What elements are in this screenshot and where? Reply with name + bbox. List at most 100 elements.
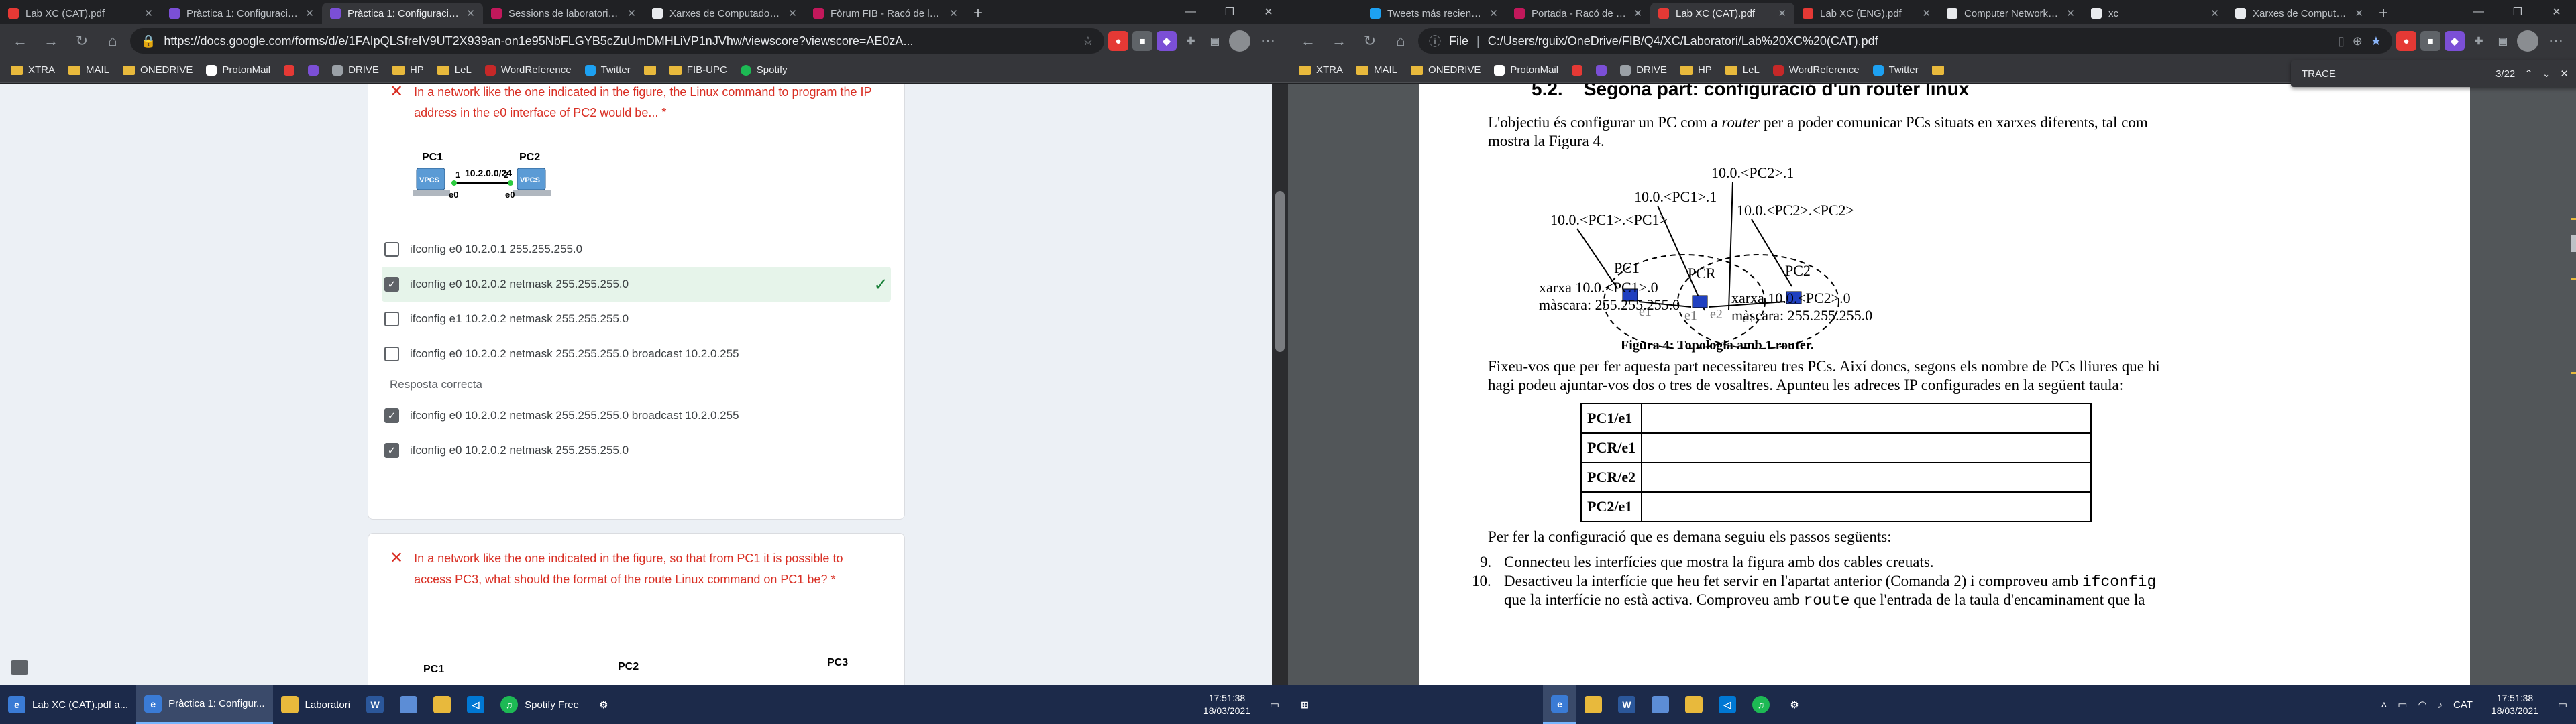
- option-row[interactable]: ifconfig e0 10.2.0.2 netmask 255.255.255…: [368, 337, 904, 371]
- close-icon[interactable]: ✕: [144, 7, 153, 19]
- browser-tab[interactable]: Lab XC (CAT).pdf ✕: [0, 3, 161, 24]
- address-bar[interactable]: ⓘ File | C:/Users/rguix/OneDrive/FIB/Q4/…: [1418, 28, 2392, 54]
- browser-tab[interactable]: Sessions de laboratori i gru...✕: [483, 3, 644, 24]
- checkbox[interactable]: [384, 347, 399, 361]
- close-icon[interactable]: ✕: [1489, 7, 1498, 19]
- close-icon[interactable]: ✕: [2355, 7, 2363, 19]
- avatar[interactable]: [1229, 30, 1250, 52]
- bookmark[interactable]: XTRA: [1299, 64, 1343, 76]
- close-icon[interactable]: ✕: [627, 7, 636, 19]
- reload-icon[interactable]: ↻: [1356, 27, 1383, 54]
- browser-tab[interactable]: Tweets más recientes... ✕: [1362, 3, 1506, 24]
- puzzle-icon[interactable]: ✚: [2469, 31, 2489, 51]
- find-input[interactable]: [2302, 68, 2487, 80]
- bookmark[interactable]: ONEDRIVE: [123, 64, 193, 76]
- bookmark[interactable]: LeL: [437, 64, 472, 76]
- taskbar-app[interactable]: ♫ Spotify Free: [492, 685, 587, 724]
- taskbar-app-active[interactable]: e: [1543, 685, 1576, 724]
- close-window-icon[interactable]: ✕: [1249, 0, 1288, 24]
- checkbox[interactable]: [384, 312, 399, 326]
- taskbar-app[interactable]: ◁: [1711, 685, 1744, 724]
- taskbar-app[interactable]: ♫: [1744, 685, 1778, 724]
- scrollbar-thumb[interactable]: [2571, 235, 2576, 252]
- taskbar-app[interactable]: W: [1610, 685, 1644, 724]
- bookmark[interactable]: Spotify: [740, 64, 788, 76]
- bookmark[interactable]: DRIVE: [1620, 64, 1667, 76]
- close-icon[interactable]: ✕: [305, 7, 314, 19]
- close-icon[interactable]: ✕: [949, 7, 958, 19]
- maximize-icon[interactable]: ❐: [2498, 0, 2537, 24]
- find-next-icon[interactable]: ⌄: [2542, 68, 2551, 80]
- forward-icon[interactable]: →: [38, 27, 64, 54]
- option-row-selected[interactable]: ✓ ifconfig e0 10.2.0.2 netmask 255.255.25…: [382, 267, 891, 302]
- back-icon[interactable]: ←: [1295, 27, 1322, 54]
- close-window-icon[interactable]: ✕: [2537, 0, 2576, 24]
- taskbar-app[interactable]: [392, 685, 425, 724]
- bookmark[interactable]: ProtonMail: [1494, 64, 1558, 76]
- language-indicator[interactable]: CAT: [2453, 699, 2473, 711]
- taskbar-app[interactable]: [1677, 685, 1711, 724]
- puzzle-icon[interactable]: ✚: [1181, 31, 1201, 51]
- avatar[interactable]: [2517, 30, 2538, 52]
- close-icon[interactable]: ✕: [1778, 7, 1786, 19]
- browser-tab[interactable]: Computer Networks ... ✕: [1939, 3, 2083, 24]
- notification-icon[interactable]: ▭: [1261, 699, 1288, 711]
- option-row[interactable]: ifconfig e1 10.2.0.2 netmask 255.255.255…: [368, 302, 904, 337]
- close-icon[interactable]: ✕: [2560, 68, 2569, 80]
- bookmark[interactable]: [308, 64, 319, 76]
- bookmark[interactable]: WordReference: [484, 64, 572, 76]
- clock[interactable]: 17:51:38 18/03/2021: [1193, 692, 1261, 717]
- browser-tab[interactable]: Xarxes de Computado...✕: [2227, 3, 2371, 24]
- taskbar-app[interactable]: [1576, 685, 1610, 724]
- notification-icon[interactable]: ▭: [2549, 699, 2576, 711]
- bookmark[interactable]: MAIL: [68, 64, 109, 76]
- home-icon[interactable]: ⌂: [99, 27, 126, 54]
- new-tab-button[interactable]: +: [966, 3, 990, 24]
- extension-icon[interactable]: ◆: [1157, 31, 1177, 51]
- bookmark[interactable]: ONEDRIVE: [1411, 64, 1481, 76]
- taskbar-app[interactable]: e Lab XC (CAT).pdf a...: [0, 685, 136, 724]
- maximize-icon[interactable]: ❐: [1210, 0, 1249, 24]
- browser-tab[interactable]: xc ✕: [2083, 3, 2227, 24]
- close-icon[interactable]: ✕: [2066, 7, 2075, 19]
- bookmark[interactable]: FIB-UPC: [669, 64, 727, 76]
- bookmark[interactable]: [1931, 65, 1944, 75]
- bookmark[interactable]: MAIL: [1356, 64, 1397, 76]
- taskbar-app[interactable]: W: [358, 685, 392, 724]
- browser-tab[interactable]: Fòrum FIB - Racó de la FIB ✕: [805, 3, 966, 24]
- taskbar-app[interactable]: ⚙: [1778, 685, 1811, 724]
- bookmark[interactable]: WordReference: [1772, 64, 1860, 76]
- browser-tab-active[interactable]: Lab XC (CAT).pdf ✕: [1650, 3, 1794, 24]
- bookmark[interactable]: [284, 64, 295, 76]
- extension-icon[interactable]: ◆: [2445, 31, 2465, 51]
- extension-icon[interactable]: ●: [2396, 31, 2416, 51]
- taskbar-app[interactable]: [425, 685, 459, 724]
- wifi-icon[interactable]: ◠: [2418, 699, 2426, 711]
- extension-icon[interactable]: ■: [2420, 31, 2440, 51]
- address-bar[interactable]: 🔒 https://docs.google.com/forms/d/e/1FAI…: [130, 28, 1104, 54]
- volume-icon[interactable]: ♪: [2438, 699, 2443, 711]
- extension-icon[interactable]: ■: [1132, 31, 1152, 51]
- bookmark[interactable]: HP: [392, 64, 424, 76]
- taskbar-app[interactable]: Laboratori: [273, 685, 359, 724]
- bookmark[interactable]: Twitter: [1872, 64, 1919, 76]
- back-icon[interactable]: ←: [7, 27, 34, 54]
- close-icon[interactable]: ✕: [466, 7, 475, 19]
- bookmark[interactable]: XTRA: [11, 64, 55, 76]
- option-row[interactable]: ifconfig e0 10.2.0.1 255.255.255.0: [368, 232, 904, 267]
- close-icon[interactable]: ✕: [1922, 7, 1931, 19]
- browser-tab[interactable]: Pràctica 1: Configuració d'i...✕: [161, 3, 322, 24]
- taskbar-app[interactable]: [1644, 685, 1677, 724]
- close-icon[interactable]: ✕: [2210, 7, 2219, 19]
- checkbox-checked[interactable]: ✓: [384, 277, 399, 292]
- bookmark[interactable]: HP: [1680, 64, 1712, 76]
- taskbar-app-active[interactable]: e Pràctica 1: Configur...: [136, 685, 273, 724]
- menu-icon[interactable]: ⋯: [1254, 27, 1281, 54]
- bookmark[interactable]: [1596, 64, 1607, 76]
- taskbar-app[interactable]: ◁: [459, 685, 492, 724]
- bookmark[interactable]: [1572, 64, 1583, 76]
- taskbar-app[interactable]: ⚙: [587, 685, 621, 724]
- forward-icon[interactable]: →: [1326, 27, 1352, 54]
- bookmark[interactable]: LeL: [1725, 64, 1760, 76]
- feedback-icon[interactable]: [11, 660, 28, 675]
